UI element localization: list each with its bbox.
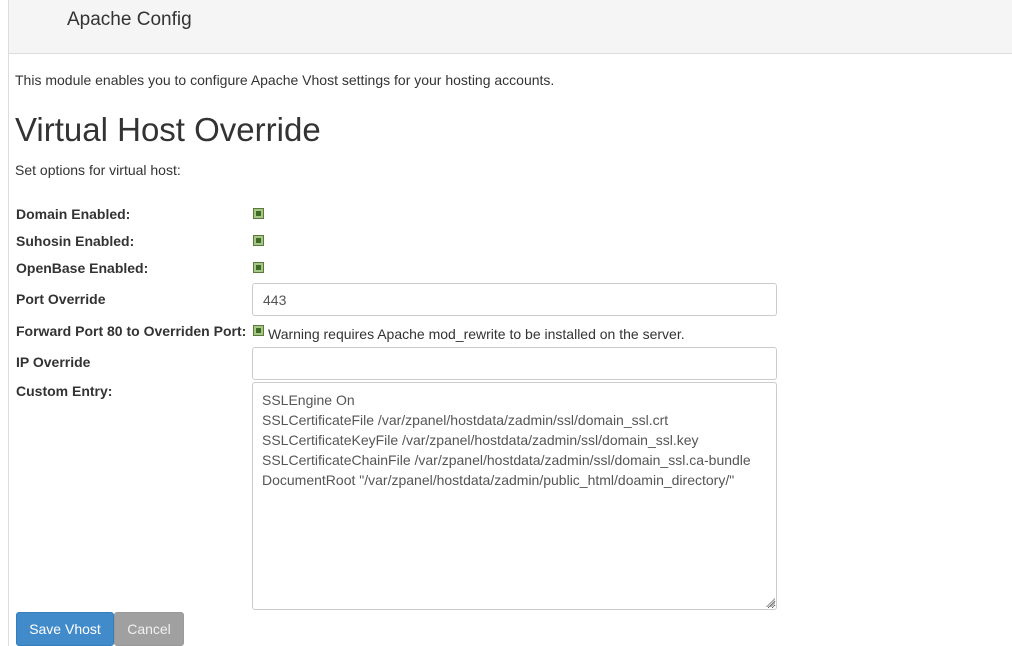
- module-title: Apache Config: [67, 9, 192, 30]
- section-subtitle: Set options for virtual host:: [15, 162, 181, 178]
- forward-port-checkbox[interactable]: [253, 325, 264, 336]
- openbase-enabled-label: OpenBase Enabled:: [16, 260, 149, 276]
- port-override-input[interactable]: [252, 283, 777, 316]
- custom-entry-label: Custom Entry:: [16, 383, 113, 399]
- domain-enabled-checkbox[interactable]: [253, 208, 264, 219]
- ip-override-input[interactable]: [252, 347, 777, 380]
- cancel-button[interactable]: Cancel: [114, 612, 184, 646]
- openbase-enabled-checkbox[interactable]: [253, 262, 264, 273]
- ip-override-label: IP Override: [16, 354, 91, 370]
- module-description: This module enables you to configure Apa…: [15, 72, 555, 88]
- suhosin-enabled-label: Suhosin Enabled:: [16, 233, 135, 249]
- custom-entry-textarea[interactable]: SSLEngine On SSLCertificateFile /var/zpa…: [252, 382, 777, 610]
- suhosin-enabled-checkbox[interactable]: [253, 235, 264, 246]
- forward-port-label: Forward Port 80 to Overriden Port:: [16, 323, 247, 339]
- domain-enabled-label: Domain Enabled:: [16, 206, 131, 222]
- save-vhost-button[interactable]: Save Vhost: [16, 612, 114, 646]
- textarea-resize-handle[interactable]: [765, 597, 775, 607]
- section-title: Virtual Host Override: [15, 111, 321, 148]
- module-header: Apache Config: [9, 0, 1012, 54]
- forward-port-warning: Warning requires Apache mod_rewrite to b…: [268, 326, 685, 342]
- port-override-label: Port Override: [16, 291, 106, 307]
